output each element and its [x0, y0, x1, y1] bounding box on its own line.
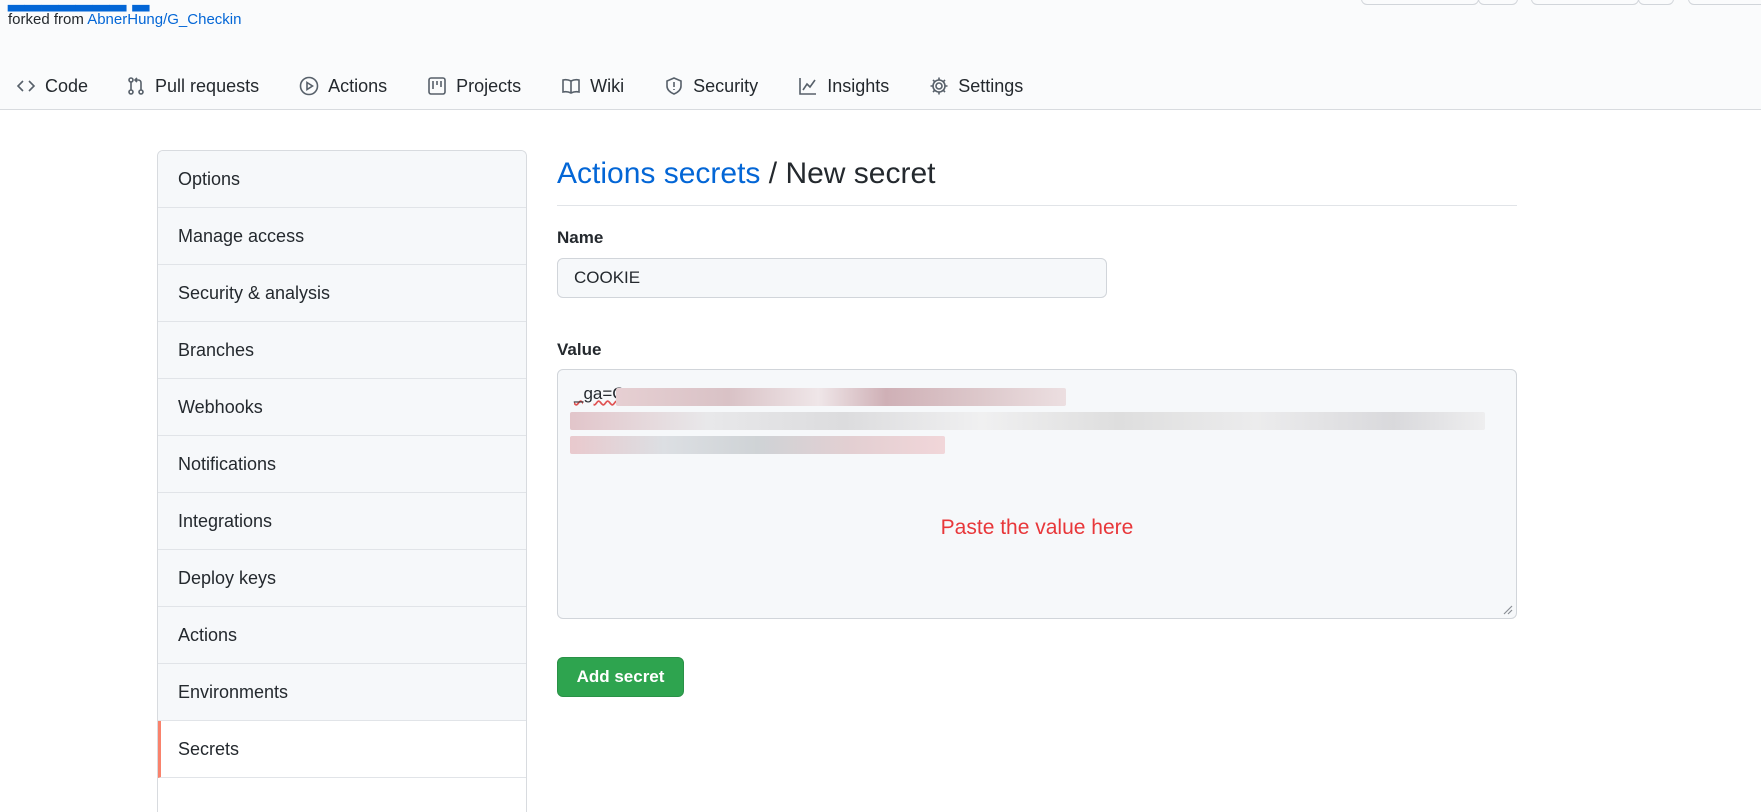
fork-button-partial[interactable]	[1688, 0, 1761, 5]
breadcrumb-separator: /	[760, 157, 786, 190]
tab-pull-requests-label: Pull requests	[155, 75, 260, 96]
star-button-partial[interactable]	[1531, 0, 1639, 5]
sidebar-item-webhooks[interactable]: Webhooks	[158, 379, 526, 436]
forked-from-link[interactable]: AbnerHung/G_Checkin	[87, 11, 241, 28]
project-icon	[427, 76, 447, 96]
sidebar-item-notifications[interactable]: Notifications	[158, 436, 526, 493]
tab-wiki-label: Wiki	[590, 75, 625, 96]
tab-security-label: Security	[693, 75, 759, 96]
watch-count-partial[interactable]	[1478, 0, 1518, 5]
tab-code[interactable]: Code	[0, 62, 104, 110]
sidebar-item-cutoff	[158, 778, 526, 812]
sidebar-item-deploy-keys[interactable]: Deploy keys	[158, 550, 526, 607]
paste-value-hint: Paste the value here	[940, 516, 1134, 539]
redacted-value-line-1	[616, 388, 1066, 406]
sidebar-item-label: Manage access	[178, 225, 305, 246]
watch-button-partial[interactable]	[1361, 0, 1479, 5]
tab-security[interactable]: Security	[640, 62, 774, 110]
sidebar-item-actions[interactable]: Actions	[158, 607, 526, 664]
tab-settings-label: Settings	[958, 75, 1024, 96]
tab-actions-label: Actions	[328, 75, 388, 96]
pull-request-icon	[126, 76, 146, 96]
breadcrumb-actions-secrets[interactable]: Actions secrets	[557, 157, 760, 190]
graph-icon	[798, 76, 818, 96]
sidebar-item-label: Actions	[178, 624, 238, 645]
new-secret-form: Actions secrets / New secret Name Value …	[557, 150, 1517, 697]
tab-insights[interactable]: Insights	[774, 62, 905, 110]
sidebar-item-label: Notifications	[178, 453, 277, 474]
book-icon	[561, 76, 581, 96]
forked-from-label: forked from	[8, 11, 84, 28]
sidebar-item-branches[interactable]: Branches	[158, 322, 526, 379]
page-title: Actions secrets / New secret	[557, 150, 1517, 206]
sidebar-item-manage-access[interactable]: Manage access	[158, 208, 526, 265]
sidebar-item-label: Deploy keys	[178, 567, 277, 588]
shield-icon	[664, 76, 684, 96]
sidebar-item-security-analysis[interactable]: Security & analysis	[158, 265, 526, 322]
gear-icon	[929, 76, 949, 96]
code-icon	[16, 76, 36, 96]
settings-sidebar: Options Manage access Security & analysi…	[157, 150, 527, 812]
sidebar-item-environments[interactable]: Environments	[158, 664, 526, 721]
tab-pull-requests[interactable]: Pull requests	[104, 62, 275, 110]
value-label: Value	[557, 340, 602, 359]
sidebar-item-integrations[interactable]: Integrations	[158, 493, 526, 550]
breadcrumb-current: New secret	[785, 157, 936, 190]
tab-projects-label: Projects	[456, 75, 522, 96]
sidebar-item-label: Environments	[178, 681, 289, 702]
repo-header: ▂▂▂▂▂▂▂ ▂ forked from AbnerHung/G_Checki…	[0, 0, 1761, 110]
resize-handle-icon[interactable]	[1501, 603, 1513, 615]
forked-from: forked from AbnerHung/G_Checkin	[8, 11, 241, 28]
repo-nav: Code Pull requests Actions Projects Wiki	[0, 62, 1039, 110]
add-secret-button[interactable]: Add secret	[557, 657, 684, 697]
secret-name-input[interactable]	[557, 258, 1107, 298]
sidebar-item-label: Integrations	[178, 510, 273, 531]
sidebar-item-label: Secrets	[178, 738, 240, 759]
tab-settings[interactable]: Settings	[905, 62, 1039, 110]
star-count-partial[interactable]	[1638, 0, 1674, 5]
name-label: Name	[557, 228, 604, 247]
tab-actions[interactable]: Actions	[275, 62, 403, 110]
play-icon	[299, 76, 319, 96]
sidebar-item-label: Security & analysis	[178, 282, 331, 303]
tab-projects[interactable]: Projects	[403, 62, 537, 110]
tab-code-label: Code	[45, 75, 89, 96]
tab-wiki[interactable]: Wiki	[537, 62, 640, 110]
tab-insights-label: Insights	[827, 75, 890, 96]
secret-value-textarea[interactable]: _ga=G Paste the value here	[557, 369, 1517, 619]
sidebar-item-label: Webhooks	[178, 396, 263, 417]
sidebar-item-secrets[interactable]: Secrets	[158, 721, 526, 778]
sidebar-item-label: Options	[178, 168, 241, 189]
redacted-value-line-2	[570, 412, 1485, 430]
sidebar-item-options[interactable]: Options	[158, 151, 526, 208]
sidebar-item-label: Branches	[178, 339, 255, 360]
redacted-value-line-3	[570, 436, 945, 454]
